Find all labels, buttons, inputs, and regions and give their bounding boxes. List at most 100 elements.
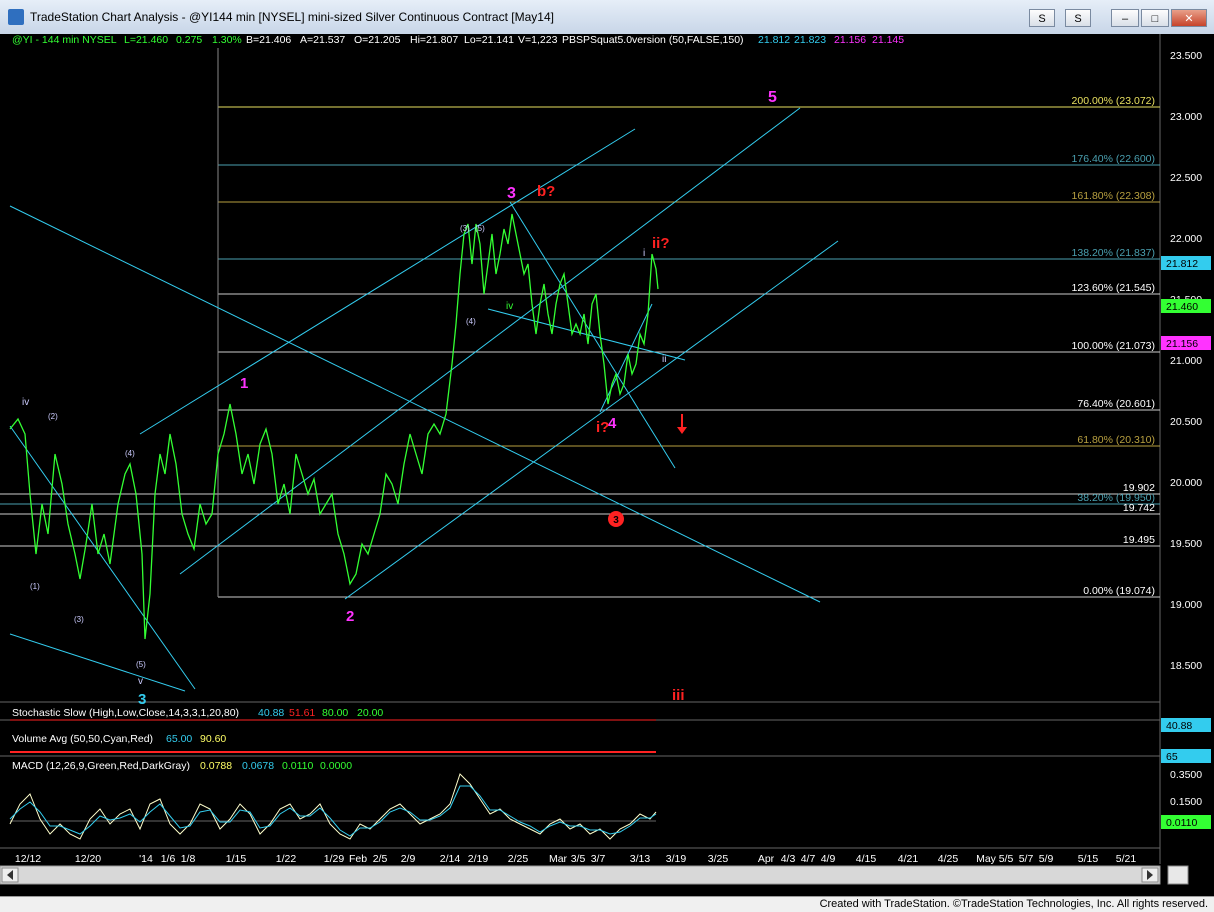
fib-lines: [0, 48, 1160, 598]
wave-label-iv-left: iv: [22, 397, 29, 408]
header-volume: V=1,223: [518, 34, 558, 46]
macd-line: [9, 773, 657, 840]
symbol-link-button-2[interactable]: S: [1065, 9, 1091, 27]
header-change: 0.275: [176, 34, 202, 46]
price-tick: 23.000: [1170, 111, 1202, 123]
date-tick-label: 2/5: [373, 853, 388, 865]
macd-signal-line: [9, 785, 657, 837]
fib-176-label: 176.40% (22.600): [1072, 153, 1155, 165]
wave-label-ii-q: ii?: [652, 235, 670, 252]
chart-area[interactable]: @YI - 144 min NYSEL L=21.460 0.275 1.30%…: [0, 34, 1214, 896]
header-study: PBSPSquat5.0version (50,FALSE,150): [562, 34, 744, 46]
status-bar: Created with TradeStation. ©TradeStation…: [0, 896, 1214, 912]
price-tag-3: 21.156: [1166, 338, 1198, 350]
date-tick-label: 1/6: [161, 853, 176, 865]
volume-tag: 65: [1166, 751, 1178, 763]
wave-label-b: b?: [537, 183, 555, 200]
wave-label-p5b: (5): [475, 224, 485, 233]
volume-v1: 65.00: [166, 733, 192, 745]
macd-v3: 0.0110: [282, 760, 313, 772]
wave-label-v-left: v: [138, 676, 143, 687]
trend-channels: [9, 107, 839, 692]
date-tick-label: Apr: [758, 853, 775, 865]
volume-label: Volume Avg (50,50,Cyan,Red): [12, 733, 153, 745]
credit-text: Created with TradeStation. ©TradeStation…: [819, 898, 1208, 910]
minimize-button[interactable]: –: [1111, 9, 1139, 27]
header-pct: 1.30%: [212, 34, 242, 46]
header-last: L=21.460: [124, 34, 168, 46]
header-study-v3: 21.156: [834, 34, 866, 46]
date-tick-label: 4/21: [898, 853, 919, 865]
date-tick-label: May: [976, 853, 997, 865]
date-tick-label: 4/25: [938, 853, 959, 865]
close-button[interactable]: ✕: [1171, 9, 1207, 27]
date-tick-label: '14: [139, 853, 153, 865]
wave-label-2: 2: [346, 608, 354, 625]
macd-tick: 0.1500: [1170, 796, 1202, 808]
price-axis: 23.500 23.000 22.500 22.000 21.500 21.00…: [1170, 50, 1202, 672]
wave-label-1: 1: [240, 375, 248, 392]
chart-svg: @YI - 144 min NYSEL L=21.460 0.275 1.30%…: [0, 34, 1211, 885]
fib-123-label: 123.60% (21.545): [1072, 282, 1155, 294]
date-tick-label: 3/25: [708, 853, 729, 865]
date-tick-label: 5/15: [1078, 853, 1099, 865]
stoch-v1: 40.88: [258, 707, 284, 719]
fib-76-label: 76.40% (20.601): [1077, 398, 1155, 410]
wave-label-c3: 3: [138, 691, 146, 708]
stoch-label: Stochastic Slow (High,Low,Close,14,3,3,1…: [12, 707, 239, 719]
wave-label-ii: ii: [662, 354, 666, 365]
date-tick-label: 2/25: [508, 853, 529, 865]
fib-61-label: 61.80% (20.310): [1077, 434, 1155, 446]
date-tick-label: 1/15: [226, 853, 247, 865]
wave-label-4: 4: [608, 415, 617, 432]
macd-label: MACD (12,26,9,Green,Red,DarkGray): [12, 760, 190, 772]
date-tick-label: 4/15: [856, 853, 877, 865]
header-study-v1: 21.812: [758, 34, 790, 46]
date-tick-label: 3/13: [630, 853, 651, 865]
date-tick-label: 12/20: [75, 853, 101, 865]
wave-circle-3-label: 3: [613, 515, 619, 526]
date-tick-label: 3/19: [666, 853, 687, 865]
date-tick-label: 4/7: [801, 853, 816, 865]
price-tick: 21.000: [1170, 355, 1202, 367]
date-tick-label: 1/22: [276, 853, 297, 865]
price-tick: 18.500: [1170, 660, 1202, 672]
price-tag-2: 21.460: [1166, 301, 1198, 313]
wave-label-iv-mid: iv: [506, 301, 513, 312]
fib-100-label: 100.00% (21.073): [1072, 340, 1155, 352]
date-tick-label: 3/5: [571, 853, 586, 865]
header-symbol: @YI - 144 min NYSEL: [12, 34, 117, 46]
wave-label-iii: iii: [672, 687, 685, 704]
price-tick: 19.500: [1170, 538, 1202, 550]
wave-label-p5: (5): [136, 660, 146, 669]
date-tick-label: 1/8: [181, 853, 196, 865]
horizontal-scrollbar[interactable]: [0, 865, 1161, 885]
date-tick-label: 1/29: [324, 853, 345, 865]
price-tick: 22.500: [1170, 172, 1202, 184]
date-tick-label: 5/7: [1019, 853, 1034, 865]
scroll-thumb[interactable]: [1167, 865, 1189, 885]
stoch-tag: 40.88: [1166, 720, 1192, 732]
wave-label-5: 5: [768, 89, 777, 106]
header-ask: A=21.537: [300, 34, 345, 46]
maximize-button[interactable]: □: [1141, 9, 1169, 27]
symbol-link-button[interactable]: S: [1029, 9, 1055, 27]
channel-line: [9, 633, 186, 692]
wave-label-i-q: i?: [596, 419, 609, 436]
fib-138-label: 138.20% (21.837): [1072, 247, 1155, 259]
date-tick-label: 5/5: [999, 853, 1014, 865]
fib-200-label: 200.00% (23.072): [1072, 95, 1155, 107]
stoch-v4: 20.00: [357, 707, 383, 719]
price-tick: 22.000: [1170, 233, 1202, 245]
wave-label-p4b: (4): [466, 317, 476, 326]
fib-161-label: 161.80% (22.308): [1072, 190, 1155, 202]
macd-v2: 0.0678: [242, 760, 274, 772]
macd-tick: 0.3500: [1170, 769, 1202, 781]
wave-label-3: 3: [507, 185, 516, 202]
price-tick: 23.500: [1170, 50, 1202, 62]
stoch-v2: 51.61: [289, 707, 315, 719]
price-tag-1: 21.812: [1166, 258, 1198, 270]
wave-label-p4: (4): [125, 449, 135, 458]
down-arrow-icon: [677, 427, 687, 434]
date-axis: 12/12 12/20 '14 1/6 1/8 1/15 1/22 1/29 Feb 2/5 2/9…: [15, 853, 1137, 865]
